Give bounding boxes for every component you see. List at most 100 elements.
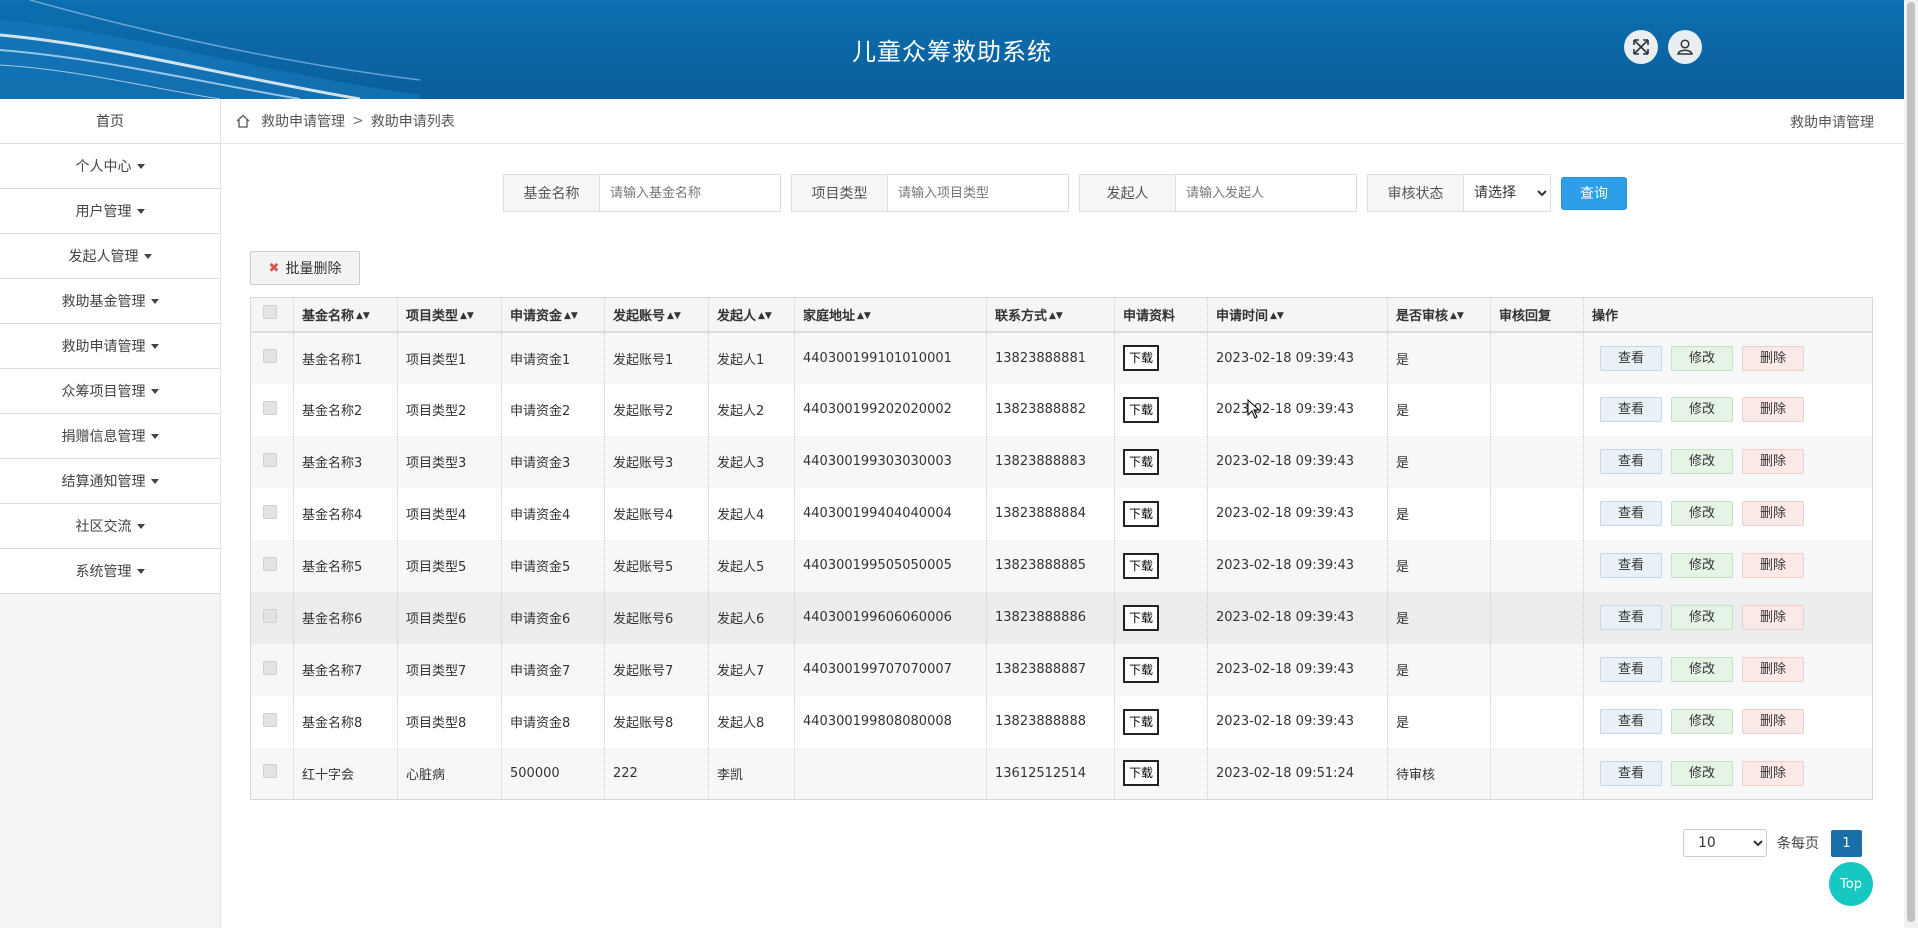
app-header: 儿童众筹救助系统	[0, 0, 1904, 99]
project-type-cell: 项目类型7	[397, 643, 502, 696]
delete-button[interactable]: 删除	[1742, 449, 1804, 474]
sidebar-item-user-management[interactable]: 用户管理	[0, 189, 220, 234]
column-header-fund[interactable]: 基金名称 ▲▼	[293, 297, 398, 333]
sidebar-item-application-management[interactable]: 救助申请管理	[0, 324, 220, 369]
initiator-cell: 发起人3	[708, 435, 795, 488]
edit-button[interactable]: 修改	[1671, 553, 1733, 578]
row-checkbox[interactable]	[263, 608, 277, 623]
time-cell: 2023-02-18 09:39:43	[1207, 487, 1388, 540]
download-button[interactable]: 下载	[1123, 448, 1160, 475]
page-button-current[interactable]: 1	[1831, 829, 1862, 857]
download-button[interactable]: 下载	[1123, 345, 1160, 371]
column-header-initiator[interactable]: 发起人 ▲▼	[708, 297, 795, 333]
initiator-cell: 发起人6	[708, 591, 795, 644]
sidebar-item-home[interactable]: 首页	[0, 99, 220, 144]
sort-icon: ▲▼	[356, 311, 370, 322]
view-button[interactable]: 查看	[1600, 345, 1662, 371]
edit-button[interactable]: 修改	[1671, 709, 1733, 734]
column-header-address[interactable]: 家庭地址 ▲▼	[794, 297, 987, 333]
download-button[interactable]: 下载	[1123, 552, 1160, 579]
edit-button[interactable]: 修改	[1671, 501, 1733, 526]
delete-button[interactable]: 删除	[1742, 345, 1804, 371]
column-header-phone[interactable]: 联系方式 ▲▼	[986, 297, 1115, 333]
row-checkbox[interactable]	[263, 556, 277, 571]
view-button[interactable]: 查看	[1600, 605, 1662, 630]
edit-button[interactable]: 修改	[1671, 397, 1733, 422]
view-button[interactable]: 查看	[1600, 760, 1662, 786]
caret-down-icon	[150, 298, 159, 304]
download-button[interactable]: 下载	[1123, 708, 1160, 735]
pagination: 10 条每页 1	[1683, 829, 1862, 857]
view-button[interactable]: 查看	[1600, 449, 1662, 474]
scrollbar-thumb[interactable]	[1907, 2, 1915, 922]
page-size-select[interactable]: 10	[1683, 829, 1767, 857]
sidebar-item-settlement-management[interactable]: 结算通知管理	[0, 459, 220, 504]
sidebar-item-initiator-management[interactable]: 发起人管理	[0, 234, 220, 279]
query-button[interactable]: 查询	[1561, 176, 1627, 210]
review-status-select[interactable]: 请选择	[1464, 175, 1550, 211]
fullscreen-button[interactable]	[1624, 30, 1658, 64]
view-button[interactable]: 查看	[1600, 553, 1662, 578]
delete-button[interactable]: 删除	[1742, 709, 1804, 734]
row-select-cell	[251, 644, 294, 696]
home-icon[interactable]	[235, 113, 251, 129]
view-button[interactable]: 查看	[1600, 397, 1662, 422]
column-header-amount[interactable]: 申请资金 ▲▼	[501, 297, 605, 333]
view-button[interactable]: 查看	[1600, 709, 1662, 734]
sort-icon: ▲▼	[1450, 311, 1464, 322]
sidebar-item-fund-management[interactable]: 救助基金管理	[0, 279, 220, 324]
download-button[interactable]: 下载	[1123, 656, 1160, 683]
actions-cell: 查看 修改 删除	[1583, 591, 1873, 644]
back-to-top-button[interactable]: Top	[1829, 862, 1873, 906]
sidebar-item-donation-management[interactable]: 捐赠信息管理	[0, 414, 220, 459]
fund-name-cell: 基金名称1	[293, 331, 398, 384]
edit-button[interactable]: 修改	[1671, 449, 1733, 474]
page-scrollbar[interactable]	[1904, 0, 1918, 928]
delete-button[interactable]: 删除	[1742, 397, 1804, 422]
table-header-row: 基金名称 ▲▼ 项目类型 ▲▼ 申请资金 ▲▼ 发起账号 ▲▼ 发起人 ▲▼ 家庭地址 ▲▼…	[250, 297, 1873, 333]
project-type-input[interactable]	[888, 175, 1068, 211]
download-button[interactable]: 下载	[1123, 500, 1160, 527]
delete-button[interactable]: 删除	[1742, 605, 1804, 630]
delete-button[interactable]: 删除	[1742, 501, 1804, 526]
row-checkbox[interactable]	[263, 660, 277, 675]
delete-button[interactable]: 删除	[1742, 657, 1804, 682]
account-cell: 222	[604, 747, 709, 800]
select-all-checkbox[interactable]	[263, 305, 277, 320]
column-header-reviewed[interactable]: 是否审核 ▲▼	[1387, 297, 1491, 333]
row-checkbox[interactable]	[263, 764, 277, 779]
fund-name-input[interactable]	[600, 175, 780, 211]
sidebar-item-system-management[interactable]: 系统管理	[0, 549, 220, 594]
delete-button[interactable]: 删除	[1742, 553, 1804, 578]
column-header-type[interactable]: 项目类型 ▲▼	[397, 297, 502, 333]
batch-delete-button[interactable]: ✖ 批量删除	[250, 251, 360, 285]
delete-button[interactable]: 删除	[1742, 760, 1804, 786]
edit-button[interactable]: 修改	[1671, 345, 1733, 371]
view-button[interactable]: 查看	[1600, 657, 1662, 682]
row-checkbox[interactable]	[263, 712, 277, 727]
download-button[interactable]: 下载	[1123, 760, 1160, 787]
column-header-time[interactable]: 申请时间 ▲▼	[1207, 297, 1388, 333]
sidebar-item-community[interactable]: 社区交流	[0, 504, 220, 549]
breadcrumb-item-parent[interactable]: 救助申请管理	[261, 111, 345, 131]
row-select-cell	[251, 540, 294, 592]
download-button[interactable]: 下载	[1123, 604, 1160, 631]
edit-button[interactable]: 修改	[1671, 657, 1733, 682]
address-cell: 440300199202020002	[794, 383, 987, 436]
row-checkbox[interactable]	[263, 452, 277, 467]
phone-cell: 13823888883	[986, 435, 1115, 488]
edit-button[interactable]: 修改	[1671, 605, 1733, 630]
sidebar-item-crowdfunding-management[interactable]: 众筹项目管理	[0, 369, 220, 414]
amount-cell: 申请资金8	[501, 695, 605, 748]
row-checkbox[interactable]	[263, 504, 277, 519]
project-type-cell: 项目类型6	[397, 591, 502, 644]
initiator-input[interactable]	[1176, 175, 1356, 211]
download-button[interactable]: 下载	[1123, 396, 1160, 423]
user-menu-button[interactable]	[1668, 30, 1702, 64]
edit-button[interactable]: 修改	[1671, 760, 1733, 786]
row-checkbox[interactable]	[263, 349, 277, 363]
column-header-account[interactable]: 发起账号 ▲▼	[604, 297, 709, 333]
view-button[interactable]: 查看	[1600, 501, 1662, 526]
row-checkbox[interactable]	[263, 400, 277, 415]
sidebar-item-personal-center[interactable]: 个人中心	[0, 144, 220, 189]
